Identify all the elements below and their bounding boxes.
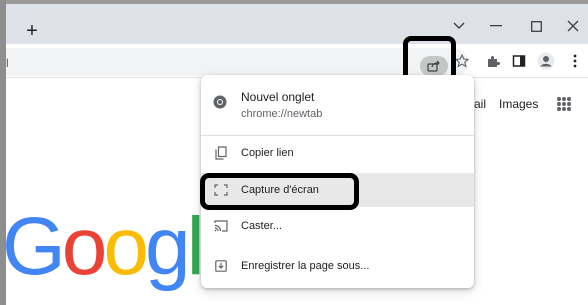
browser-window: + l ail Images Googl Nouvel onglet chrom… bbox=[0, 0, 588, 305]
side-panel-button[interactable] bbox=[510, 52, 528, 70]
profile-button[interactable] bbox=[537, 52, 555, 70]
close-icon bbox=[567, 20, 579, 32]
omnibox[interactable]: l bbox=[6, 48, 468, 76]
chrome-menu-button[interactable] bbox=[566, 52, 584, 70]
close-window-button[interactable] bbox=[561, 14, 585, 38]
menu-item-cast[interactable]: Caster... bbox=[201, 209, 474, 243]
menu-item-label: Enregistrer la page sous... bbox=[241, 260, 370, 272]
menu-item-label: Copier lien bbox=[241, 147, 294, 159]
minimize-icon bbox=[490, 25, 502, 27]
minimize-button[interactable] bbox=[484, 14, 508, 38]
extensions-button[interactable] bbox=[484, 52, 502, 70]
cast-icon bbox=[213, 218, 229, 234]
current-page-info: Nouvel onglet chrome://newtab bbox=[201, 87, 474, 127]
tab-strip: + bbox=[6, 4, 588, 44]
maximize-button[interactable] bbox=[524, 14, 548, 38]
star-icon bbox=[455, 54, 469, 68]
profile-icon bbox=[537, 52, 555, 70]
images-link[interactable]: Images bbox=[499, 97, 538, 111]
extensions-icon bbox=[488, 55, 500, 67]
chevron-down-icon bbox=[453, 22, 465, 29]
highlight-screenshot-item bbox=[200, 173, 359, 210]
page-url: chrome://newtab bbox=[241, 108, 323, 120]
logo-letter: l bbox=[186, 201, 205, 292]
tab-search-button[interactable] bbox=[447, 14, 471, 38]
logo-letter: o bbox=[61, 201, 108, 292]
gmail-link[interactable]: ail bbox=[474, 97, 486, 111]
copy-icon bbox=[213, 145, 229, 161]
new-tab-button[interactable]: + bbox=[22, 21, 42, 41]
chrome-icon bbox=[213, 95, 227, 114]
menu-item-copy-link[interactable]: Copier lien bbox=[201, 136, 474, 170]
logo-letter: g bbox=[145, 201, 191, 292]
google-apps-button[interactable] bbox=[557, 97, 571, 111]
menu-item-label: Caster... bbox=[241, 220, 282, 232]
page-title: Nouvel onglet bbox=[241, 90, 315, 104]
side-panel-icon bbox=[512, 55, 526, 67]
logo-letter: G bbox=[2, 201, 66, 292]
more-vert-icon bbox=[573, 54, 577, 68]
logo-letter: o bbox=[103, 201, 149, 292]
menu-item-save-page[interactable]: Enregistrer la page sous... bbox=[201, 249, 474, 283]
save-icon bbox=[213, 258, 229, 274]
omnibox-text: l bbox=[6, 56, 9, 70]
maximize-icon bbox=[530, 20, 542, 32]
